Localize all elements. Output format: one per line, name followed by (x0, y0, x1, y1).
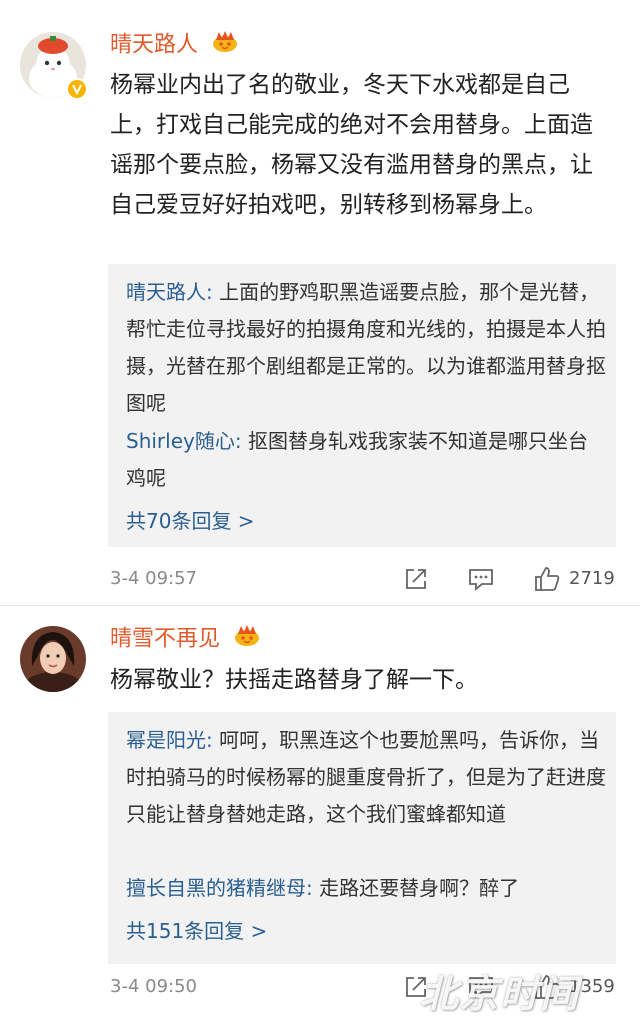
reply-separator: : (234, 429, 248, 453)
timestamp: 3-4 09:57 (110, 568, 197, 589)
reply-box[interactable]: 晴天路人: 上面的野鸡职黑造谣要点脸，那个是光替，帮忙走位寻找最好的拍摄角度和光… (108, 264, 616, 547)
share-icon[interactable] (404, 567, 428, 595)
watermark-logo: 北京时间 (420, 972, 581, 1016)
reply-separator: : (306, 876, 320, 900)
thumbs-up-icon[interactable] (533, 565, 561, 597)
username-link[interactable]: 晴雪不再见 (110, 624, 261, 655)
reply-item: 幂是阳光: 呵呵，职黑连这个也要尬黑吗，告诉你，当时拍骑马的时候杨幂的腿重度骨折… (126, 722, 606, 833)
reply-separator: : (206, 280, 220, 304)
username-text: 晴天路人 (110, 32, 199, 58)
reply-box[interactable]: 幂是阳光: 呵呵，职黑连这个也要尬黑吗，告诉你，当时拍骑马的时候杨幂的腿重度骨折… (108, 712, 616, 964)
comment-divider (0, 605, 640, 606)
verified-badge-icon (66, 78, 88, 100)
comment-footer: 3-4 09:57 2719 (110, 564, 620, 594)
comment-text: 杨幂敬业？扶摇走路替身了解一下。 (110, 667, 478, 693)
reply-separator: : (206, 728, 220, 752)
crown-badge-icon (211, 30, 239, 61)
timestamp: 3-4 09:50 (110, 976, 197, 997)
avatar[interactable] (20, 32, 88, 100)
reply-author-link[interactable]: 幂是阳光 (126, 728, 206, 752)
like-count: 2719 (569, 568, 615, 589)
comment-text: 杨幂业内出了名的敬业，冬天下水戏都是自己上，打戏自己能完成的绝对不会用替身。上面… (110, 72, 593, 218)
crown-badge-icon (233, 624, 261, 655)
reply-item: 擅长自黑的猪精继母: 走路还要替身啊？醉了 (126, 870, 606, 907)
reply-item: 晴天路人: 上面的野鸡职黑造谣要点脸，那个是光替，帮忙走位寻找最好的拍摄角度和光… (126, 274, 606, 422)
comment-item: 晴天路人 杨幂业内出了名的敬业，冬天下水戏都是自己上，打戏自己能完成的绝对不会用… (0, 0, 640, 605)
more-replies-link[interactable]: 共151条回复 > (126, 917, 267, 945)
comment-icon[interactable] (468, 567, 494, 595)
more-replies-link[interactable]: 共70条回复 > (126, 507, 255, 535)
reply-item: Shirley随心: 抠图替身轧戏我家装不知道是哪只坐台鸡呢 (126, 423, 606, 497)
reply-text: 走路还要替身啊？醉了 (319, 876, 520, 900)
username-link[interactable]: 晴天路人 (110, 30, 239, 61)
avatar-image (20, 626, 86, 692)
avatar[interactable] (20, 626, 86, 692)
reply-author-link[interactable]: 晴天路人 (126, 280, 206, 304)
reply-author-link[interactable]: 擅长自黑的猪精继母 (126, 876, 306, 900)
username-text: 晴雪不再见 (110, 626, 221, 652)
reply-author-link[interactable]: Shirley随心 (126, 429, 235, 453)
